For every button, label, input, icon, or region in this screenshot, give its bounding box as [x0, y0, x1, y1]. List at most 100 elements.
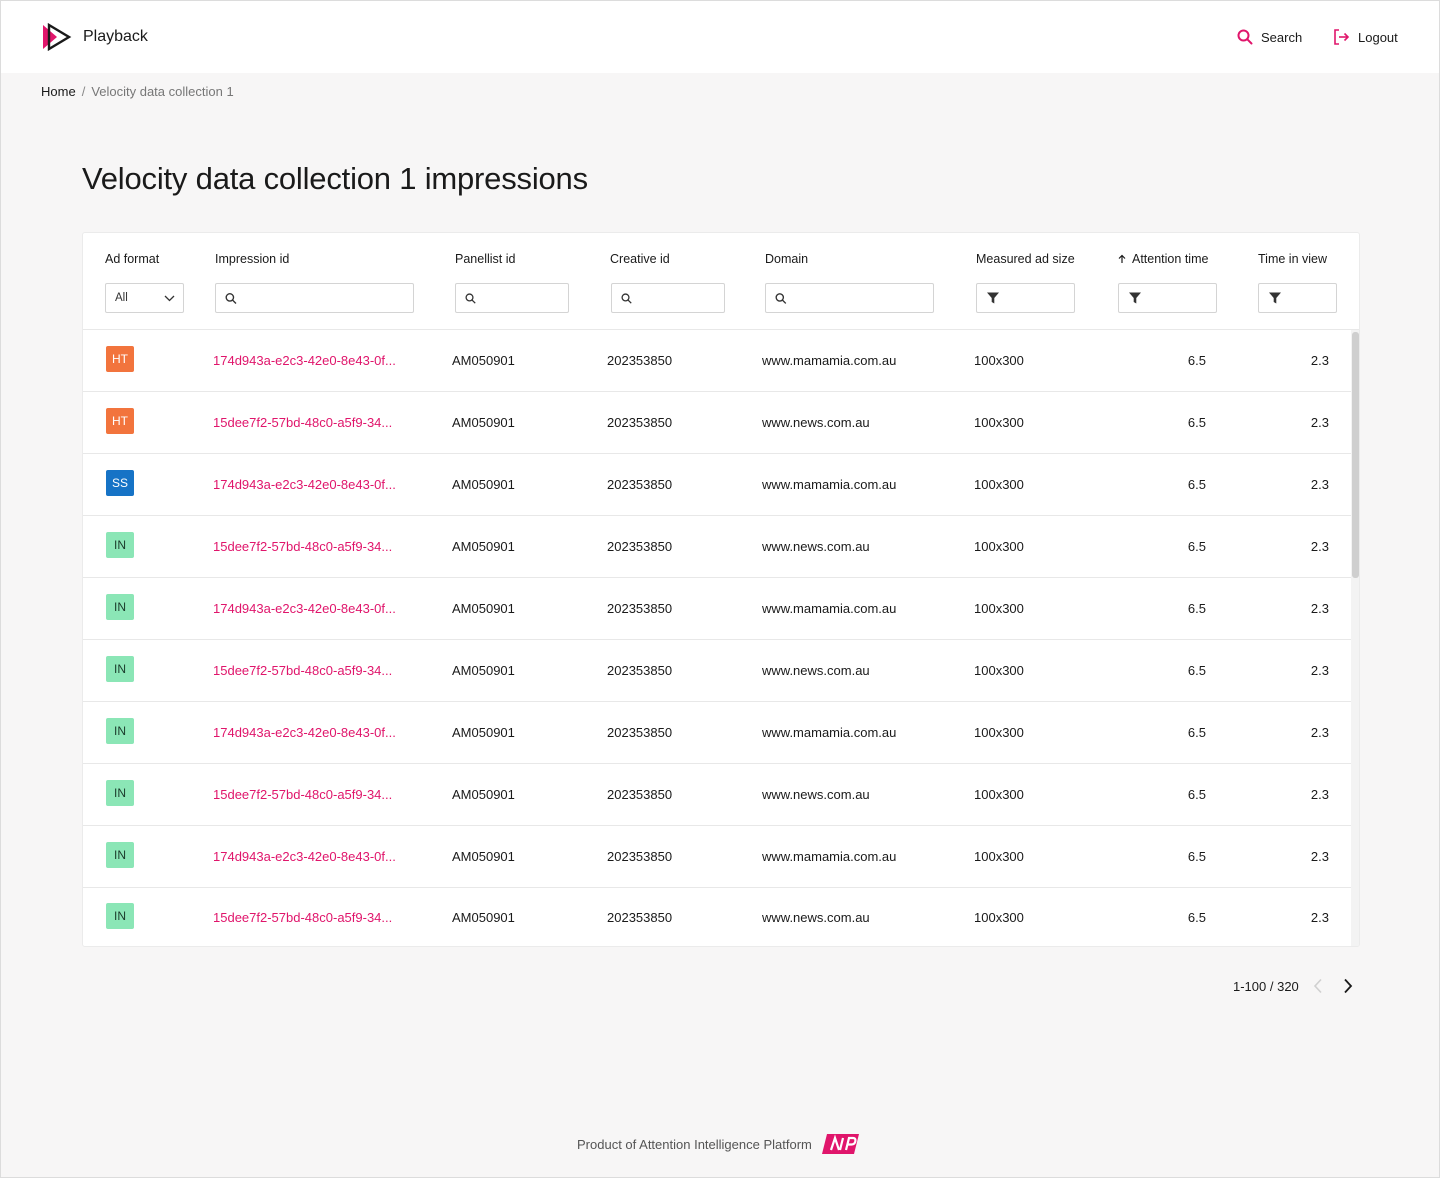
- domain-cell: www.news.com.au: [762, 539, 870, 554]
- impression-id-link[interactable]: 15dee7f2-57bd-48c0-a5f9-34...: [213, 910, 392, 925]
- ad-format-badge: IN: [106, 718, 134, 744]
- attention-time-label: Attention time: [1132, 252, 1209, 266]
- attention-time-cell: 6.5: [1187, 787, 1206, 802]
- impression-id-link[interactable]: 174d943a-e2c3-42e0-8e43-0f...: [213, 477, 396, 492]
- creative-id-cell: 202353850: [607, 477, 673, 492]
- aip-logo-icon: [821, 1134, 859, 1154]
- app-name[interactable]: Playback: [83, 28, 148, 46]
- table-header: Ad format Impression id Panellist id Cre…: [83, 233, 1359, 330]
- table-row[interactable]: HT 174d943a-e2c3-42e0-8e43-0f... AM050901 2…: [83, 330, 1351, 392]
- time-in-view-filter[interactable]: [1258, 283, 1337, 313]
- table-row[interactable]: HT 15dee7f2-57bd-48c0-a5f9-34... AM050901 2…: [83, 392, 1351, 454]
- impression-id-search-field[interactable]: [215, 283, 414, 313]
- domain-cell: www.mamamia.com.au: [762, 477, 897, 492]
- creative-id-cell: 202353850: [607, 725, 673, 740]
- ad-format-badge: IN: [106, 903, 134, 929]
- sort-ascending-icon: [1118, 254, 1126, 263]
- impression-id-link[interactable]: 174d943a-e2c3-42e0-8e43-0f...: [213, 725, 396, 740]
- domain-cell: www.news.com.au: [762, 787, 870, 802]
- creative-id-cell: 202353850: [607, 353, 673, 368]
- column-header-time-in-view[interactable]: Time in view: [1258, 252, 1327, 266]
- impressions-table: Ad format Impression id Panellist id Cre…: [82, 232, 1360, 947]
- logout-button[interactable]: Logout: [1332, 27, 1398, 47]
- panellist-id-search-input[interactable]: [480, 291, 568, 305]
- search-button[interactable]: Search: [1237, 27, 1302, 47]
- impression-id-search-input[interactable]: [240, 291, 413, 305]
- table-row[interactable]: IN 15dee7f2-57bd-48c0-a5f9-34... AM050901 2…: [83, 516, 1351, 578]
- table-scrollbar[interactable]: [1351, 330, 1359, 946]
- creative-id-search-field[interactable]: [611, 283, 725, 313]
- domain-cell: www.news.com.au: [762, 663, 870, 678]
- ad-size-cell: 100x300: [974, 725, 1024, 740]
- panellist-id-cell: AM050901: [452, 910, 515, 925]
- column-header-ad-format[interactable]: Ad format: [105, 252, 159, 266]
- panellist-id-cell: AM050901: [452, 849, 515, 864]
- attention-time-cell: 6.5: [1187, 910, 1206, 925]
- column-header-impression-id[interactable]: Impression id: [215, 252, 289, 266]
- creative-id-cell: 202353850: [607, 849, 673, 864]
- table-row[interactable]: IN 15dee7f2-57bd-48c0-a5f9-34... AM050901 2…: [83, 764, 1351, 826]
- measured-ad-size-filter[interactable]: [976, 283, 1075, 313]
- breadcrumb-separator: /: [81, 84, 86, 99]
- panellist-id-cell: AM050901: [452, 415, 515, 430]
- ad-format-select[interactable]: All: [105, 283, 184, 313]
- time-in-view-cell: 2.3: [1310, 415, 1329, 430]
- column-header-creative-id[interactable]: Creative id: [610, 252, 670, 266]
- ad-size-cell: 100x300: [974, 787, 1024, 802]
- creative-id-cell: 202353850: [607, 601, 673, 616]
- next-page-button[interactable]: [1337, 975, 1359, 997]
- column-header-attention-time[interactable]: Attention time: [1117, 252, 1208, 266]
- impression-id-link[interactable]: 15dee7f2-57bd-48c0-a5f9-34...: [213, 663, 392, 678]
- previous-page-button[interactable]: [1307, 975, 1329, 997]
- creative-id-search-input[interactable]: [636, 291, 724, 305]
- domain-search-field[interactable]: [765, 283, 934, 313]
- attention-time-filter[interactable]: [1118, 283, 1217, 313]
- panellist-id-cell: AM050901: [452, 353, 515, 368]
- logout-icon: [1334, 29, 1350, 45]
- domain-cell: www.mamamia.com.au: [762, 601, 897, 616]
- ad-size-cell: 100x300: [974, 849, 1024, 864]
- column-header-panellist-id[interactable]: Panellist id: [455, 252, 515, 266]
- impression-id-link[interactable]: 174d943a-e2c3-42e0-8e43-0f...: [213, 601, 396, 616]
- creative-id-cell: 202353850: [607, 663, 673, 678]
- impression-id-link[interactable]: 15dee7f2-57bd-48c0-a5f9-34...: [213, 787, 392, 802]
- table-row[interactable]: SS 174d943a-e2c3-42e0-8e43-0f... AM050901 2…: [83, 454, 1351, 516]
- ad-size-cell: 100x300: [974, 477, 1024, 492]
- chevron-down-icon: [164, 295, 175, 301]
- table-row[interactable]: IN 174d943a-e2c3-42e0-8e43-0f... AM050901 2…: [83, 578, 1351, 640]
- table-scrollbar-thumb[interactable]: [1352, 332, 1359, 578]
- time-in-view-cell: 2.3: [1310, 601, 1329, 616]
- playback-logo-icon[interactable]: [41, 23, 73, 51]
- panellist-id-search-field[interactable]: [455, 283, 569, 313]
- column-header-measured-ad-size[interactable]: Measured ad size: [976, 252, 1075, 266]
- filter-icon: [1269, 292, 1281, 304]
- table-row[interactable]: IN 15dee7f2-57bd-48c0-a5f9-34... AM050901 2…: [83, 888, 1351, 946]
- table-row[interactable]: IN 15dee7f2-57bd-48c0-a5f9-34... AM050901 2…: [83, 640, 1351, 702]
- ad-format-badge: IN: [106, 594, 134, 620]
- impression-id-link[interactable]: 15dee7f2-57bd-48c0-a5f9-34...: [213, 415, 392, 430]
- domain-cell: www.news.com.au: [762, 415, 870, 430]
- ad-size-cell: 100x300: [974, 601, 1024, 616]
- time-in-view-cell: 2.3: [1310, 910, 1329, 925]
- impression-id-link[interactable]: 174d943a-e2c3-42e0-8e43-0f...: [213, 353, 396, 368]
- impression-id-link[interactable]: 15dee7f2-57bd-48c0-a5f9-34...: [213, 539, 392, 554]
- ad-size-cell: 100x300: [974, 663, 1024, 678]
- breadcrumb-home-link[interactable]: Home: [41, 84, 76, 99]
- column-header-domain[interactable]: Domain: [765, 252, 808, 266]
- panellist-id-cell: AM050901: [452, 725, 515, 740]
- domain-cell: www.news.com.au: [762, 910, 870, 925]
- table-body: HT 174d943a-e2c3-42e0-8e43-0f... AM050901 2…: [83, 330, 1351, 946]
- ad-format-badge: SS: [106, 470, 134, 496]
- attention-time-cell: 6.5: [1187, 353, 1206, 368]
- footer: Product of Attention Intelligence Platfo…: [577, 1134, 859, 1154]
- pagination-range: 1-100 / 320: [1233, 978, 1299, 994]
- table-row[interactable]: IN 174d943a-e2c3-42e0-8e43-0f... AM050901 2…: [83, 702, 1351, 764]
- domain-cell: www.mamamia.com.au: [762, 353, 897, 368]
- creative-id-cell: 202353850: [607, 787, 673, 802]
- creative-id-cell: 202353850: [607, 539, 673, 554]
- time-in-view-cell: 2.3: [1310, 725, 1329, 740]
- domain-search-input[interactable]: [790, 291, 933, 305]
- impression-id-link[interactable]: 174d943a-e2c3-42e0-8e43-0f...: [213, 849, 396, 864]
- panellist-id-cell: AM050901: [452, 663, 515, 678]
- table-row[interactable]: IN 174d943a-e2c3-42e0-8e43-0f... AM050901 2…: [83, 826, 1351, 888]
